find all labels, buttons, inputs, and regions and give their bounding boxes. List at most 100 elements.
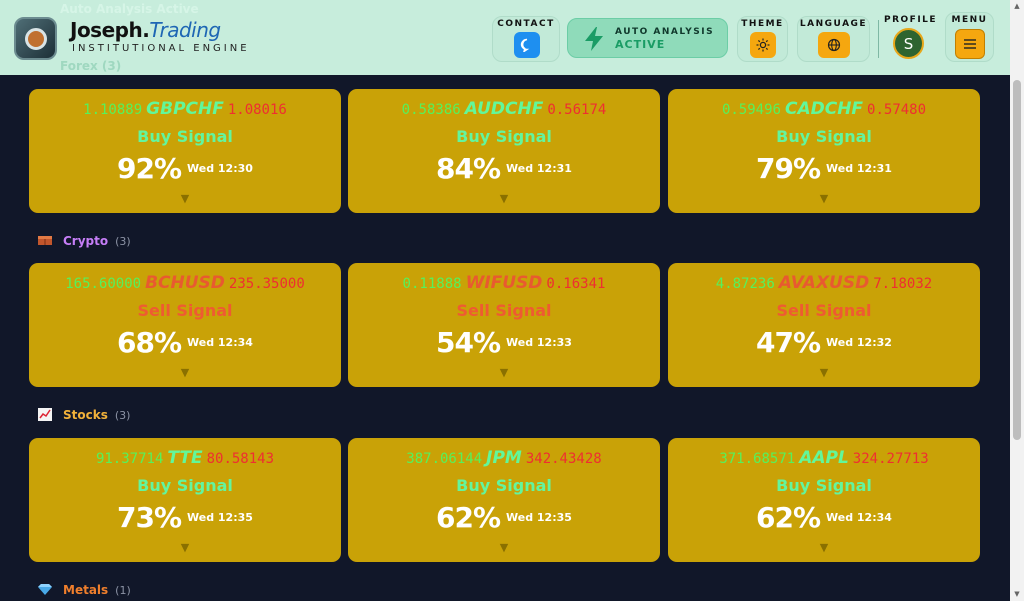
menu-button[interactable]: MENU [945, 12, 994, 62]
expand-chevron-icon[interactable]: ▼ [348, 192, 660, 205]
chat-icon [514, 32, 540, 58]
price-line: 1.10889 GBPCHF 1.08016 [29, 99, 341, 119]
high-price: 342.43428 [525, 451, 602, 467]
confidence-percent: 92% [117, 152, 182, 185]
scroll-up-icon[interactable]: ▲ [1013, 2, 1021, 10]
expand-chevron-icon[interactable]: ▼ [29, 541, 341, 554]
symbol-name: AAPL [799, 448, 849, 468]
language-button[interactable]: LANGUAGE [797, 16, 870, 62]
sun-icon [750, 32, 776, 58]
signal-card[interactable]: 0.58386 AUDCHF 0.56174 Buy Signal 84% Wed 12:… [348, 89, 660, 213]
expand-chevron-icon[interactable]: ▼ [668, 366, 980, 379]
signal-card[interactable]: 4.87236 AVAXUSD 7.18032 Sell Signal 47% Wed 1… [668, 263, 980, 387]
signal-label: Sell Signal [776, 301, 872, 320]
theme-button[interactable]: THEME [737, 16, 788, 62]
signal-card[interactable]: 387.06144 JPM 342.43428 Buy Signal 62% Wed 12… [348, 438, 660, 562]
confidence-percent: 68% [117, 326, 182, 359]
contact-label: CONTACT [497, 19, 555, 29]
section-metals[interactable]: Metals (1) [38, 581, 131, 599]
high-price: 0.57480 [867, 102, 927, 118]
symbol-name: WIFUSD [465, 273, 543, 293]
signal-time: Wed 12:34 [826, 511, 892, 524]
price-line: 4.87236 AVAXUSD 7.18032 [668, 273, 980, 293]
auto-analysis-toggle[interactable]: AUTO ANALYSIS ACTIVE [567, 18, 728, 58]
confidence-percent: 62% [436, 501, 501, 534]
signal-time: Wed 12:35 [187, 511, 253, 524]
signal-label: Sell Signal [456, 301, 552, 320]
confidence-percent: 54% [436, 326, 501, 359]
signal-time: Wed 12:34 [187, 336, 253, 349]
expand-chevron-icon[interactable]: ▼ [29, 192, 341, 205]
profile-avatar[interactable]: S [893, 28, 924, 59]
gem-icon [38, 583, 54, 597]
signal-label: Buy Signal [137, 127, 233, 146]
chart-up-icon [38, 408, 54, 422]
globe-icon [818, 32, 850, 58]
symbol-name: TTE [167, 448, 203, 468]
section-title: Metals [63, 583, 109, 597]
high-price: 324.27713 [852, 451, 929, 467]
logo-icon[interactable] [14, 17, 57, 60]
low-price: 91.37714 [95, 451, 164, 467]
brand-subtitle: INSTITUTIONAL ENGINE [72, 43, 250, 54]
contact-button[interactable]: CONTACT [492, 16, 560, 62]
symbol-name: AUDCHF [464, 99, 544, 119]
signal-time: Wed 12:31 [506, 162, 572, 175]
high-price: 0.16341 [546, 276, 606, 292]
low-price: 4.87236 [715, 276, 775, 292]
confidence-percent: 73% [117, 501, 182, 534]
symbol-name: AVAXUSD [778, 273, 870, 293]
profile-label: PROFILE [884, 15, 938, 25]
signal-card[interactable]: 165.60000 BCHUSD 235.35000 Sell Signal 68% We… [29, 263, 341, 387]
expand-chevron-icon[interactable]: ▼ [348, 366, 660, 379]
price-line: 0.59496 CADCHF 0.57480 [668, 99, 980, 119]
price-line: 91.37714 TTE 80.58143 [29, 448, 341, 468]
signal-card[interactable]: 371.68571 AAPL 324.27713 Buy Signal 62% Wed 1… [668, 438, 980, 562]
expand-chevron-icon[interactable]: ▼ [29, 366, 341, 379]
confidence-percent: 47% [756, 326, 821, 359]
section-crypto[interactable]: Crypto (3) [38, 232, 131, 250]
auto-analysis-state: ACTIVE [615, 38, 666, 51]
symbol-name: GBPCHF [146, 99, 224, 119]
low-price: 0.11888 [402, 276, 462, 292]
signal-label: Buy Signal [776, 476, 872, 495]
scrolled-banner-text: Auto Analysis Active [60, 2, 199, 16]
symbol-name: CADCHF [784, 99, 864, 119]
signal-card[interactable]: 0.11888 WIFUSD 0.16341 Sell Signal 54% Wed 12… [348, 263, 660, 387]
high-price: 7.18032 [873, 276, 933, 292]
section-count: (3) [115, 234, 131, 248]
price-line: 0.58386 AUDCHF 0.56174 [348, 99, 660, 119]
price-line: 387.06144 JPM 342.43428 [348, 448, 660, 468]
signal-time: Wed 12:31 [826, 162, 892, 175]
expand-chevron-icon[interactable]: ▼ [668, 541, 980, 554]
signal-label: Sell Signal [137, 301, 233, 320]
low-price: 1.10889 [83, 102, 143, 118]
confidence-percent: 79% [756, 152, 821, 185]
low-price: 0.58386 [401, 102, 461, 118]
language-label: LANGUAGE [799, 19, 868, 29]
section-title: Stocks [63, 408, 108, 422]
crypto-brick-icon [38, 234, 54, 248]
scrollbar-thumb[interactable] [1013, 80, 1021, 440]
menu-label: MENU [951, 15, 988, 25]
signal-card[interactable]: 91.37714 TTE 80.58143 Buy Signal 73% Wed 12:3… [29, 438, 341, 562]
signal-card[interactable]: 1.10889 GBPCHF 1.08016 Buy Signal 92% Wed 12:… [29, 89, 341, 213]
signal-card[interactable]: 0.59496 CADCHF 0.57480 Buy Signal 79% Wed 12:… [668, 89, 980, 213]
expand-chevron-icon[interactable]: ▼ [348, 541, 660, 554]
section-stocks[interactable]: Stocks (3) [38, 406, 130, 424]
high-price: 235.35000 [228, 276, 305, 292]
price-line: 165.60000 BCHUSD 235.35000 [29, 273, 341, 293]
confidence-percent: 62% [756, 501, 821, 534]
signal-label: Buy Signal [456, 127, 552, 146]
signal-label: Buy Signal [137, 476, 233, 495]
theme-label: THEME [741, 19, 784, 29]
page-scrollbar[interactable]: ▲ ▼ [1010, 0, 1024, 601]
signal-time: Wed 12:35 [506, 511, 572, 524]
low-price: 371.68571 [719, 451, 796, 467]
scroll-down-icon[interactable]: ▼ [1013, 590, 1021, 598]
signal-label: Buy Signal [456, 476, 552, 495]
low-price: 0.59496 [721, 102, 781, 118]
price-line: 371.68571 AAPL 324.27713 [668, 448, 980, 468]
expand-chevron-icon[interactable]: ▼ [668, 192, 980, 205]
confidence-percent: 84% [436, 152, 501, 185]
